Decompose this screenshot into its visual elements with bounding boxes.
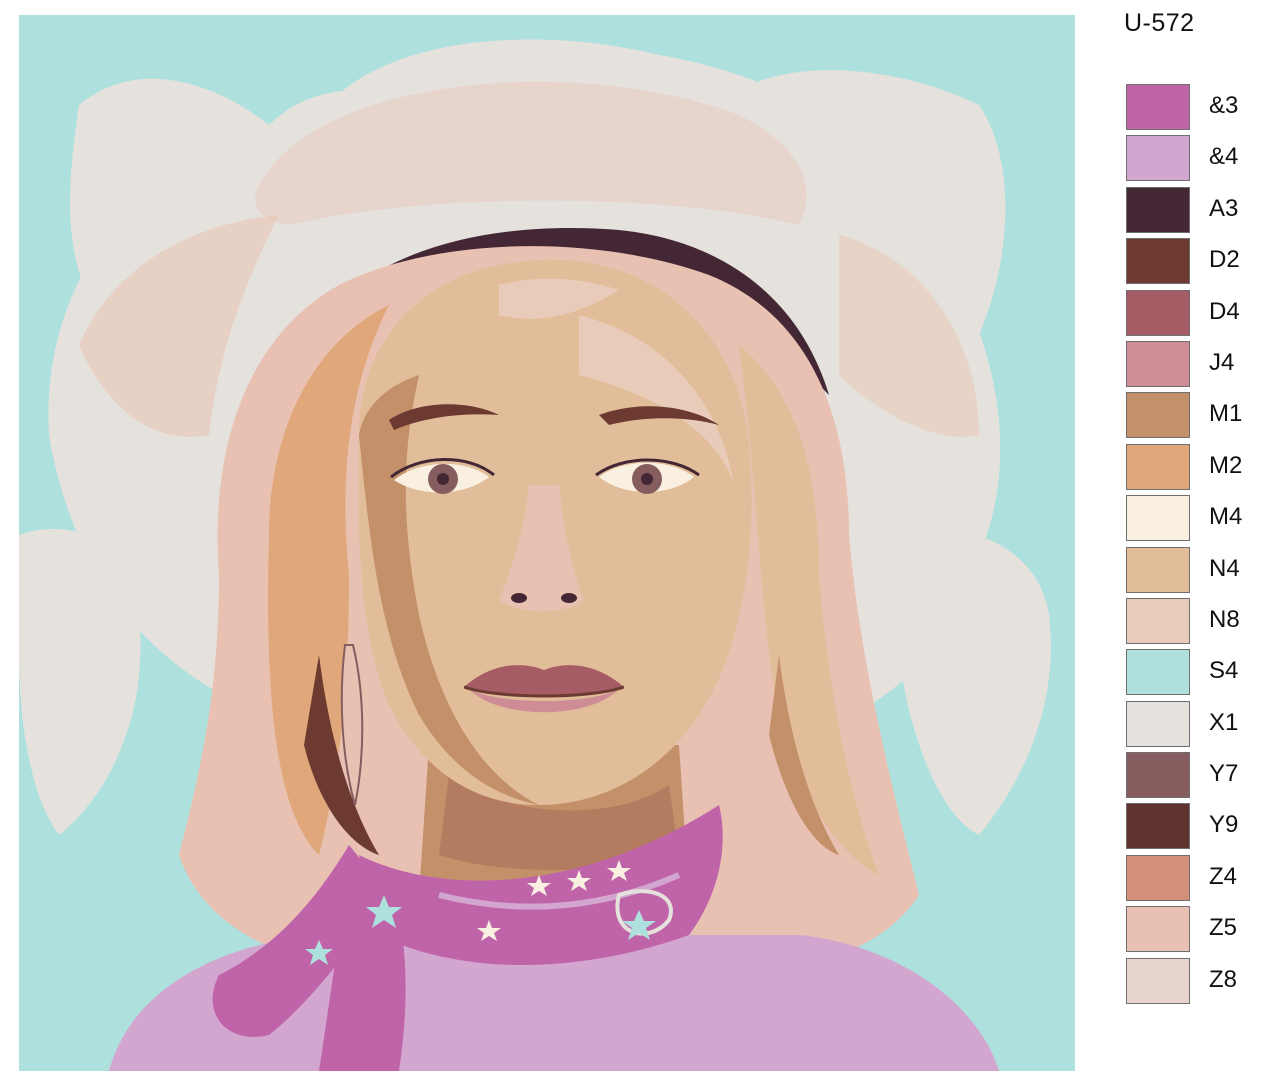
legend-row: A3 xyxy=(1124,186,1264,237)
legend-row: N8 xyxy=(1124,597,1264,648)
color-swatch xyxy=(1126,238,1190,285)
color-code-label: Z5 xyxy=(1209,914,1238,942)
legend-row: M2 xyxy=(1124,443,1264,494)
color-code-label: &3 xyxy=(1209,92,1239,119)
portrait-illustration xyxy=(19,15,1075,1071)
color-code-label: M4 xyxy=(1209,503,1243,531)
color-swatch xyxy=(1126,186,1190,233)
color-code-label: M2 xyxy=(1209,451,1243,479)
color-swatch xyxy=(1126,752,1190,799)
color-swatch xyxy=(1126,597,1190,644)
color-swatch xyxy=(1126,443,1190,490)
portrait-artwork xyxy=(19,15,1075,1071)
color-swatch xyxy=(1126,649,1190,696)
color-code-label: X1 xyxy=(1209,708,1239,736)
kit-code-label: U-572 xyxy=(1124,9,1195,37)
color-code-label: D2 xyxy=(1209,246,1240,274)
color-code-label: Y7 xyxy=(1209,760,1239,788)
color-swatch xyxy=(1126,906,1190,953)
color-code-label: N4 xyxy=(1209,554,1240,582)
legend-row: Z5 xyxy=(1124,905,1264,956)
color-legend: &3 &4 A3 D2 D4 J4 M1 M2 M4 N4 N8 S4 X1 Y7 Y9 Z4 Z5 Z8 xyxy=(1124,83,1264,1008)
color-swatch xyxy=(1126,495,1190,542)
color-swatch xyxy=(1126,957,1190,1004)
color-swatch xyxy=(1126,854,1190,901)
legend-row: M4 xyxy=(1124,494,1264,545)
legend-row: D4 xyxy=(1124,289,1264,340)
legend-row: N4 xyxy=(1124,546,1264,597)
right-nostril xyxy=(561,593,577,603)
color-swatch xyxy=(1126,289,1190,336)
legend-row: Y9 xyxy=(1124,802,1264,853)
legend-row: &4 xyxy=(1124,134,1264,185)
color-code-label: Y9 xyxy=(1209,811,1239,839)
color-swatch xyxy=(1126,700,1190,747)
color-swatch xyxy=(1126,803,1190,850)
color-code-label: Z8 xyxy=(1209,965,1238,993)
color-code-label: S4 xyxy=(1209,657,1239,685)
legend-row: J4 xyxy=(1124,340,1264,391)
left-nostril xyxy=(511,593,527,603)
legend-row: X1 xyxy=(1124,700,1264,751)
legend-row: M1 xyxy=(1124,391,1264,442)
color-code-label: J4 xyxy=(1209,348,1235,376)
color-code-label: M1 xyxy=(1209,400,1243,428)
color-code-label: &4 xyxy=(1209,143,1239,171)
legend-row: S4 xyxy=(1124,648,1264,699)
legend-row: Z4 xyxy=(1124,854,1264,905)
legend-row: D2 xyxy=(1124,237,1264,288)
color-code-label: Z4 xyxy=(1209,862,1238,890)
color-swatch xyxy=(1126,135,1190,182)
color-swatch xyxy=(1126,546,1190,593)
legend-row: &3 xyxy=(1124,83,1264,134)
color-swatch xyxy=(1126,392,1190,439)
color-swatch xyxy=(1126,340,1190,387)
color-swatch xyxy=(1126,84,1190,130)
color-code-label: N8 xyxy=(1209,605,1240,633)
color-code-label: A3 xyxy=(1209,194,1239,222)
legend-row: Z8 xyxy=(1124,957,1264,1008)
color-code-label: D4 xyxy=(1209,297,1240,325)
legend-row: Y7 xyxy=(1124,751,1264,802)
